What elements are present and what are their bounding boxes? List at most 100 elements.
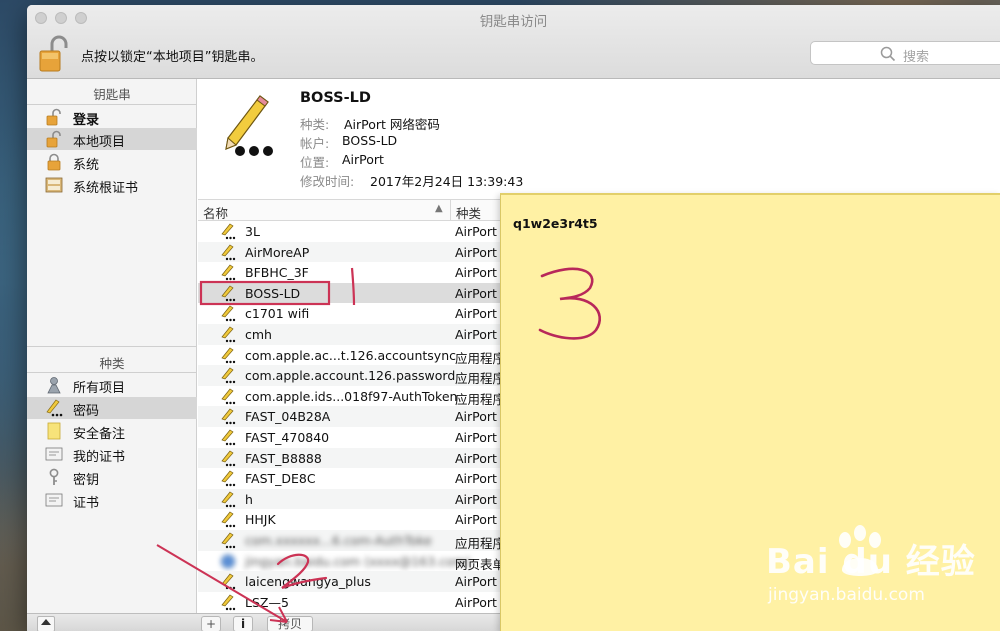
password-item-icon: [221, 264, 236, 281]
detail-key: 种类:: [300, 117, 330, 132]
sidebar-item-label: 本地项目: [73, 135, 126, 150]
password-item-icon: [221, 347, 236, 363]
toggle-sidebar-button[interactable]: [37, 616, 55, 631]
key-icon: [49, 468, 59, 485]
sidebar-item-label: 密码: [73, 404, 100, 419]
row-name: com.apple.account.126.password: [245, 368, 456, 384]
row-name: FAST_B8888: [245, 450, 322, 466]
lock-keychain-button[interactable]: [37, 35, 71, 73]
info-button[interactable]: i: [233, 616, 253, 631]
row-name: h: [245, 491, 253, 507]
row-name: jingyan.baidu.com (xxxx@163.com): [245, 553, 471, 569]
password-item-icon: [221, 408, 236, 425]
sidebar-item-local-items[interactable]: 本地项目: [27, 128, 197, 150]
certificate-icon: [45, 493, 63, 507]
detail-key: 修改时间:: [300, 174, 355, 189]
row-name: cmh: [245, 327, 272, 342]
row-name: BFBHC_3F: [245, 265, 309, 281]
detail-value: BOSS-LD: [342, 133, 398, 148]
sidebar-item-label: 证书: [73, 496, 100, 511]
sidebar-item-label: 密钥: [73, 473, 100, 488]
detail-location-row: 位置: AirPort: [300, 152, 384, 171]
detail-key: 位置:: [300, 155, 330, 170]
sidebar-item-passwords[interactable]: 密码: [27, 397, 197, 419]
password-item-icon: [221, 223, 236, 240]
password-item-icon: [221, 573, 236, 590]
item-title: BOSS-LD: [300, 90, 371, 106]
detail-value: AirPort: [342, 152, 384, 167]
add-item-button[interactable]: +: [201, 616, 221, 631]
window-title: 钥匙串访问: [479, 14, 548, 30]
search-icon: [880, 46, 896, 62]
password-item-icon: [221, 532, 236, 549]
detail-value: AirPort 网络密码: [344, 117, 440, 132]
row-name: FAST_DE8C: [245, 471, 316, 487]
unlocked-padlock-icon: [46, 108, 61, 126]
detail-kind-row: 种类: AirPort 网络密码: [300, 114, 440, 133]
copy-button[interactable]: 拷贝: [267, 616, 313, 631]
row-name: com.apple.ids...018f97-AuthToken: [245, 388, 458, 404]
search-placeholder: 搜索: [903, 50, 930, 65]
sticky-note-text: q1w2e3r4t5: [513, 216, 598, 231]
row-name: BOSS-LD: [245, 285, 301, 301]
row-name: FAST_04B28A: [245, 409, 331, 425]
globe-icon: [221, 554, 235, 568]
sidebar-item-secure-notes[interactable]: 安全备注: [27, 420, 197, 442]
baidu-jingyan-watermark: Bai du 经验 jingyan.baidu.com: [764, 518, 1000, 610]
row-name: c1701 wifi: [245, 306, 310, 322]
row-name: 3L: [245, 224, 260, 239]
search-field[interactable]: 搜索: [810, 41, 1000, 65]
sidebar-item-login[interactable]: 登录: [27, 106, 197, 128]
row-name: laicengwangya_plus: [245, 574, 371, 590]
sidebar: 钥匙串 登录 本地项目 系统 系统根证书 种类 所有项目 密码 安全备注 我的证…: [27, 79, 197, 613]
password-item-icon: [221, 326, 236, 343]
note-icon: [47, 422, 61, 440]
sidebar-item-keys[interactable]: 密钥: [27, 466, 197, 488]
sidebar-item-all-items[interactable]: 所有项目: [27, 374, 197, 396]
sidebar-item-my-certificates[interactable]: 我的证书: [27, 443, 197, 465]
certificate-cabinet-icon: [45, 177, 63, 193]
detail-key: 帐户:: [300, 136, 330, 151]
certificate-icon: [45, 447, 63, 461]
people-keys-icon: [47, 377, 61, 394]
unlocked-padlock-icon: [39, 35, 68, 72]
sidebar-item-system-roots[interactable]: 系统根证书: [27, 174, 197, 196]
unlocked-padlock-icon: [46, 130, 61, 148]
password-item-icon: [221, 305, 236, 322]
password-item-icon: [221, 491, 236, 507]
watermark-brand: Bai du 经验: [766, 542, 976, 582]
pencil-dots-icon: [46, 399, 63, 417]
row-name: AirMoreAP: [245, 244, 310, 260]
sidebar-item-label: 系统根证书: [73, 181, 139, 196]
sidebar-item-label: 我的证书: [73, 450, 126, 465]
sidebar-item-certificates[interactable]: 证书: [27, 489, 197, 511]
locked-padlock-icon: [47, 153, 61, 171]
row-name: com.xxxxxx...6.com-AuthToke: [245, 533, 432, 548]
detail-value: 2017年2月24日 13:39:43: [370, 174, 524, 189]
row-name: com.apple.ac...t.126.accountsync: [245, 347, 456, 363]
password-item-icon: [221, 285, 236, 301]
sidebar-item-label: 安全备注: [73, 427, 126, 442]
column-header-name[interactable]: 名称: [203, 203, 228, 222]
sidebar-item-label: 系统: [73, 158, 100, 173]
row-name: HHJK: [245, 512, 276, 528]
detail-account-row: 帐户: BOSS-LD: [300, 133, 397, 152]
password-item-icon: [221, 244, 236, 260]
password-item-icon: [221, 388, 236, 404]
detail-modified-row: 修改时间: 2017年2月24日 13:39:43: [300, 171, 523, 190]
keychains-header: 钥匙串: [93, 87, 131, 102]
password-item-icon: [221, 367, 236, 384]
password-item-icon: [221, 470, 236, 487]
password-item-icon: [225, 95, 273, 156]
column-header-kind[interactable]: 种类: [456, 203, 481, 222]
sidebar-item-label: 所有项目: [73, 381, 126, 396]
triangle-up-icon: [41, 619, 51, 625]
toolbar: 钥匙串访问 点按以锁定“本地项目”钥匙串。 搜索: [27, 5, 1000, 79]
password-item-icon: [221, 429, 236, 446]
watermark-url: jingyan.baidu.com: [768, 585, 925, 605]
row-name: LSZ—5: [245, 594, 289, 610]
password-item-icon: [221, 511, 236, 528]
sort-ascending-icon[interactable]: ▲: [435, 203, 443, 214]
sidebar-item-system[interactable]: 系统: [27, 151, 197, 173]
password-item-icon: [221, 594, 236, 610]
